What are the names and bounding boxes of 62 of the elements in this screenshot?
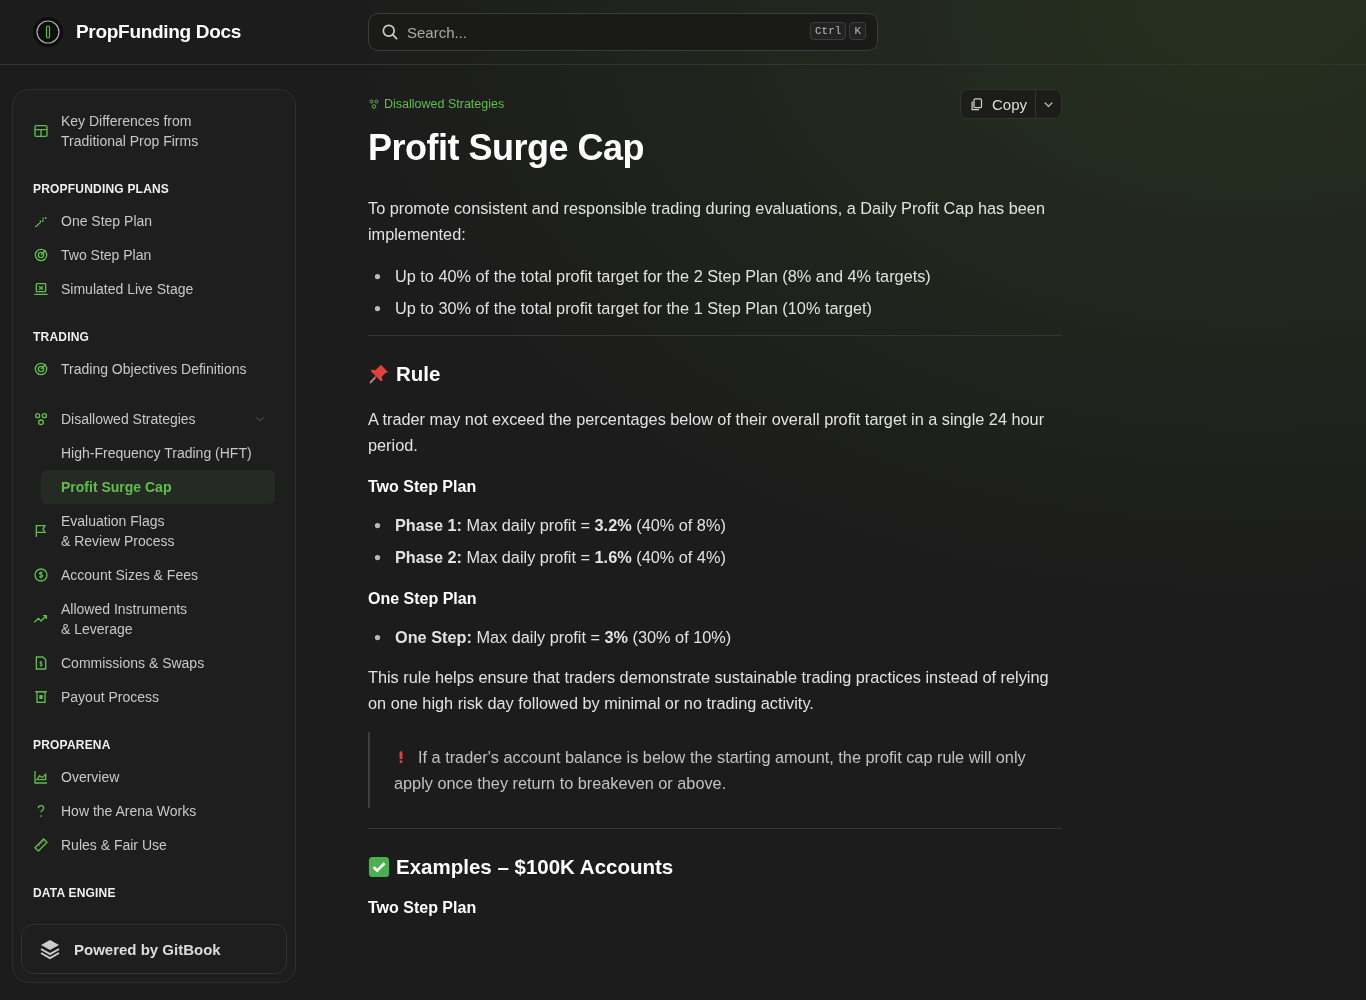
sidebar-item[interactable]: Disallowed Strategies: [33, 402, 275, 436]
list-item: Up to 40% of the total profit target for the 2 Step Plan (8% and 4% targets): [395, 266, 931, 287]
bullet-icon: [374, 304, 381, 312]
sidebar-item[interactable]: How the Arena Works: [33, 794, 275, 828]
circles-icon: [33, 411, 49, 427]
sidebar-item[interactable]: Commissions & Swaps: [33, 646, 275, 680]
circles-icon: [368, 98, 380, 110]
area-chart-icon: [33, 769, 49, 785]
check-icon: [368, 856, 390, 878]
site-title[interactable]: PropFunding Docs: [76, 21, 242, 43]
sidebar-item[interactable]: Simulated Live Stage: [33, 272, 275, 306]
list-item: Phase 2: Max daily profit = 1.6% (40% of 4%): [395, 547, 726, 568]
flag-icon: [33, 523, 49, 539]
section-heading: TRADING: [33, 329, 91, 346]
sidebar-item[interactable]: Rules & Fair Use: [33, 828, 275, 862]
monitor-icon: [33, 281, 49, 297]
sidebar-item[interactable]: Overview: [33, 760, 275, 794]
dollar-coin-icon: [33, 567, 49, 583]
sidebar-item[interactable]: Key Differences from Traditional Prop Firms: [33, 104, 275, 158]
bullet-icon: [374, 272, 381, 280]
section-heading: PROPARENA: [33, 737, 112, 754]
list-item: One Step: Max daily profit = 3% (30% of 10%): [395, 627, 732, 648]
layers-icon: [38, 937, 62, 961]
sidebar-item[interactable]: Profit Surge Cap: [41, 470, 275, 504]
quote-text: If a trader's account balance is below the starting amount, the profit cap rule will only apply once they return to breakeven or above.: [394, 747, 1027, 794]
ruler-icon: [33, 837, 49, 853]
receipt-icon: [33, 655, 49, 671]
section-heading: DATA ENGINE: [33, 885, 117, 902]
target-icon: [33, 361, 49, 377]
section-heading: Rule: [396, 362, 441, 386]
sidebar-item[interactable]: Account Sizes & Fees: [33, 558, 275, 592]
paragraph: This rule helps ensure that traders demonstrate sustainable trading practices instead of relying on one high risk day followed by minimal or no trading activity.: [368, 667, 1050, 714]
card-slot-icon: [33, 689, 49, 705]
subheading: Two Step Plan: [368, 899, 478, 917]
paragraph: To promote consistent and responsible trading during evaluations, a Daily Profit Cap has been implemented:: [368, 198, 1046, 245]
subheading: One Step Plan: [368, 590, 478, 608]
page-title: Profit Surge Cap: [368, 127, 646, 169]
list-item: Phase 1: Max daily profit = 3.2% (40% of 8%): [395, 515, 726, 536]
list-item: Up to 30% of the total profit target for the 1 Step Plan (10% target): [395, 298, 872, 319]
sidebar-item[interactable]: Evaluation Flags & Review Process: [33, 504, 275, 558]
powered-by-link[interactable]: Powered by GitBook: [21, 924, 287, 974]
subheading: Two Step Plan: [368, 478, 478, 496]
section-heading: Examples – $100K Accounts: [396, 855, 674, 879]
bullet-icon: [374, 553, 381, 561]
paragraph: A trader may not exceed the percentages below of their overall profit target in a single 24 hour period.: [368, 409, 1046, 456]
sidebar-item[interactable]: One Step Plan: [33, 204, 275, 238]
key-hint: Ctrl: [810, 22, 847, 40]
copy-icon: [968, 96, 984, 112]
sidebar-item[interactable]: High-Frequency Trading (HFT): [41, 436, 275, 470]
sidebar-item[interactable]: Two Step Plan: [33, 238, 275, 272]
bullet-icon: [374, 521, 381, 529]
key-hint: K: [849, 22, 866, 40]
section-heading: PROPFUNDING PLANS: [33, 181, 171, 198]
sidebar-item[interactable]: Payout Process: [33, 680, 275, 714]
sidebar-item[interactable]: Trading Objectives Definitions: [33, 352, 275, 386]
target-icon: [33, 247, 49, 263]
bullet-icon: [374, 633, 381, 641]
breadcrumb-link[interactable]: Disallowed Strategies: [368, 97, 505, 111]
pin-icon: [368, 363, 390, 385]
logo-icon: [32, 16, 64, 48]
sidebar-item[interactable]: Allowed Instruments & Leverage: [33, 592, 275, 646]
table-icon: [33, 123, 49, 139]
